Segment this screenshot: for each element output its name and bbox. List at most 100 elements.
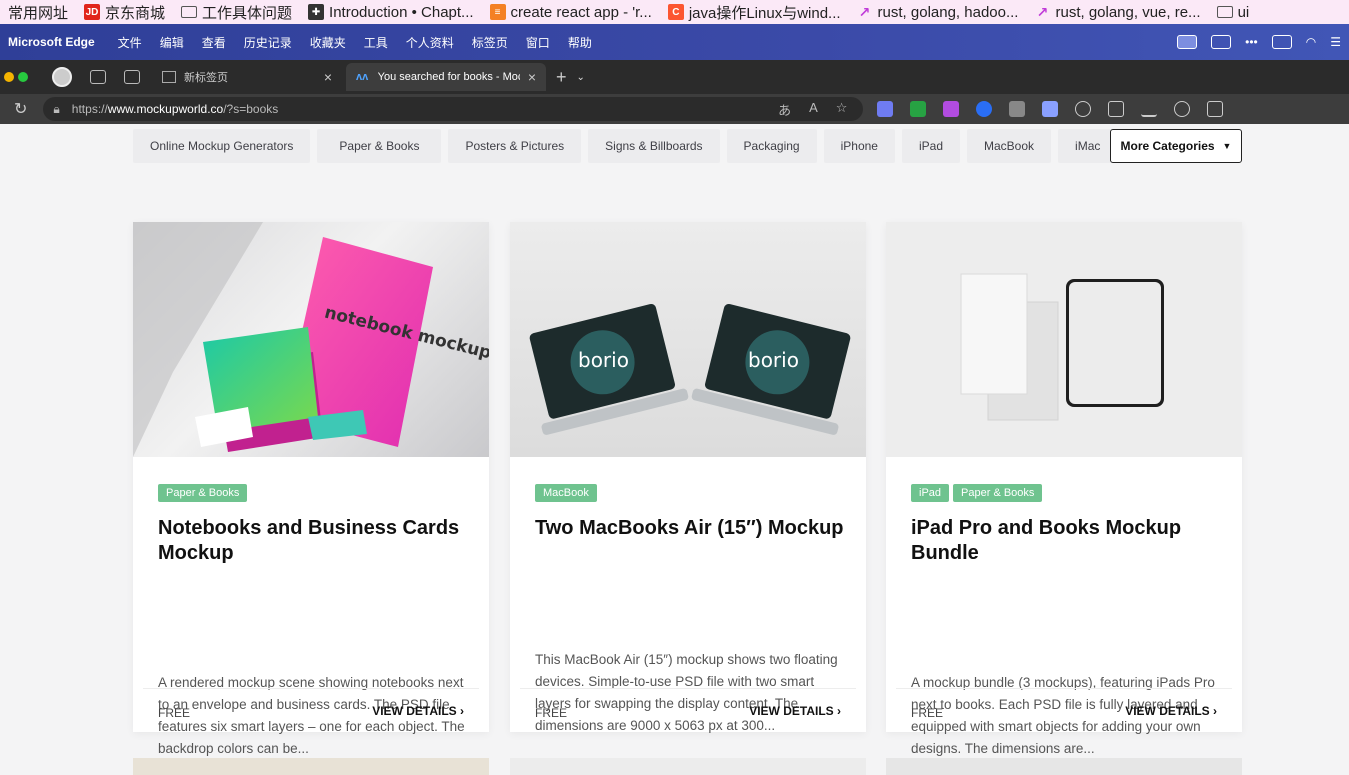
menu-edit[interactable]: 编辑 bbox=[151, 34, 193, 51]
view-details-link[interactable]: VIEW DETAILS › bbox=[372, 704, 464, 718]
folder-icon bbox=[1216, 6, 1233, 18]
category-chip[interactable]: iPad bbox=[901, 129, 960, 163]
category-chip[interactable]: Signs & Billboards bbox=[588, 129, 720, 163]
bookmark-folder[interactable]: 工作具体问题 bbox=[173, 0, 300, 24]
tag-macbook[interactable]: MacBook bbox=[535, 484, 597, 502]
next-card-peek bbox=[133, 758, 489, 775]
mockup-card[interactable]: iPad Paper & Books iPad Pro and Books Mo… bbox=[886, 222, 1242, 756]
card-title[interactable]: Two MacBooks Air (15″) Mockup bbox=[535, 516, 845, 541]
read-aloud-icon[interactable]: A bbox=[809, 100, 818, 119]
chevron-down-icon[interactable]: ⌄ bbox=[577, 72, 585, 83]
control-center-icon[interactable]: ☰ bbox=[1330, 35, 1341, 49]
category-chip[interactable]: MacBook bbox=[967, 129, 1052, 163]
copilot-icon[interactable] bbox=[1207, 101, 1224, 117]
tab-new-tab[interactable]: 新标签页 × bbox=[152, 63, 342, 91]
tab-search-results[interactable]: ʌʌ You searched for books - Mock × bbox=[346, 63, 546, 91]
close-icon[interactable]: × bbox=[528, 69, 536, 85]
download-icon[interactable] bbox=[1141, 101, 1158, 117]
tab-strip: 新标签页 × ʌʌ You searched for books - Mock … bbox=[0, 60, 1349, 94]
bookmark-item[interactable]: ≡ create react app - 'r... bbox=[482, 0, 660, 24]
extension-icon[interactable] bbox=[976, 101, 993, 117]
card-image[interactable]: borio borio bbox=[510, 222, 866, 457]
card-title[interactable]: Notebooks and Business Cards Mockup bbox=[158, 516, 468, 566]
card-image[interactable]: notebook mockup bbox=[133, 222, 489, 457]
view-details-link[interactable]: VIEW DETAILS › bbox=[1125, 704, 1217, 718]
bookmark-folder[interactable]: ui bbox=[1209, 0, 1258, 24]
stackoverflow-icon: ≡ bbox=[489, 4, 506, 20]
display-icon[interactable] bbox=[1211, 35, 1232, 49]
tag-paper-books[interactable]: Paper & Books bbox=[953, 484, 1043, 502]
menu-history[interactable]: 历史记录 bbox=[235, 34, 301, 51]
card-image[interactable] bbox=[886, 222, 1242, 457]
health-icon[interactable] bbox=[1174, 101, 1191, 117]
menu-tools[interactable]: 工具 bbox=[355, 34, 397, 51]
menu-file[interactable]: 文件 bbox=[109, 34, 151, 51]
maximize-icon[interactable] bbox=[18, 72, 28, 82]
menu-view[interactable]: 查看 bbox=[193, 34, 235, 51]
category-chip[interactable]: Paper & Books bbox=[317, 129, 442, 163]
bookmark-label: 工作具体问题 bbox=[202, 4, 293, 22]
notebook-mockup-image: notebook mockup bbox=[133, 222, 489, 457]
bookmark-label: java操作Linux与wind... bbox=[688, 4, 841, 22]
category-chip[interactable]: iMac bbox=[1058, 129, 1118, 163]
bookmark-label: rust, golang, hadoo... bbox=[877, 3, 1019, 21]
menu-favorites[interactable]: 收藏夹 bbox=[301, 34, 355, 51]
screen-share-icon[interactable] bbox=[1177, 35, 1198, 49]
bookmark-item[interactable]: Cjava操作Linux与wind... bbox=[660, 0, 849, 24]
battery-icon[interactable] bbox=[1271, 35, 1292, 49]
sync-icon[interactable] bbox=[1075, 101, 1092, 117]
more-categories-button[interactable]: More Categories ▼ bbox=[1110, 129, 1242, 163]
close-icon[interactable]: × bbox=[324, 69, 332, 85]
mockupworld-icon: ʌʌ bbox=[356, 71, 369, 83]
tag-list: iPad Paper & Books bbox=[911, 484, 1043, 502]
url-field[interactable]: 🔒︎ https://www.mockupworld.co/?s=books あ… bbox=[43, 97, 864, 121]
minimize-icon[interactable] bbox=[4, 72, 14, 82]
reload-icon[interactable]: ↻ bbox=[14, 99, 27, 119]
card-title[interactable]: iPad Pro and Books Mockup Bundle bbox=[911, 516, 1221, 566]
category-chip[interactable]: Online Mockup Generators bbox=[133, 129, 311, 163]
translate-icon[interactable]: あ bbox=[778, 100, 791, 119]
extension-icon[interactable] bbox=[910, 101, 927, 117]
favorite-star-icon[interactable]: ☆ bbox=[836, 100, 848, 119]
menu-tabs[interactable]: 标签页 bbox=[463, 34, 517, 51]
extension-icon[interactable] bbox=[1042, 101, 1059, 117]
mockup-card[interactable]: borio borio MacBook Two MacBooks Air (15… bbox=[510, 222, 866, 733]
mockup-card[interactable]: notebook mockup Paper & Books Notebooks … bbox=[133, 222, 489, 756]
workspaces-icon[interactable] bbox=[90, 70, 106, 84]
price-label: FREE bbox=[911, 706, 944, 720]
category-bar: Online Mockup Generators Paper & Books P… bbox=[133, 129, 1118, 163]
menu-profile[interactable]: 个人资料 bbox=[397, 34, 463, 51]
chevron-right-icon: › bbox=[460, 704, 464, 718]
page-content: Online Mockup Generators Paper & Books P… bbox=[0, 124, 1349, 775]
menu-help[interactable]: 帮助 bbox=[559, 34, 601, 51]
price-label: FREE bbox=[158, 706, 191, 720]
new-tab-icon[interactable]: + bbox=[556, 67, 567, 88]
menu-window[interactable]: 窗口 bbox=[517, 34, 559, 51]
svg-text:borio: borio bbox=[578, 348, 629, 372]
bookmark-label: Introduction • Chapt... bbox=[329, 3, 474, 21]
bookmark-item[interactable]: ↗ rust, golang, hadoo... bbox=[849, 0, 1027, 24]
avatar[interactable] bbox=[52, 67, 72, 87]
extension-icon[interactable] bbox=[877, 101, 894, 117]
tab-actions-icon[interactable] bbox=[124, 70, 140, 84]
bookmark-item[interactable]: ✚ Introduction • Chapt... bbox=[300, 0, 482, 24]
status-icons: ••• ◠ ☰ bbox=[1177, 35, 1349, 49]
category-chip[interactable]: iPhone bbox=[823, 129, 895, 163]
app-name-menu[interactable]: Microsoft Edge bbox=[0, 35, 109, 49]
wifi-icon[interactable]: ◠ bbox=[1306, 35, 1316, 49]
view-details-link[interactable]: VIEW DETAILS › bbox=[749, 704, 841, 718]
extension-icon[interactable] bbox=[1009, 101, 1026, 117]
category-chip[interactable]: Packaging bbox=[726, 129, 817, 163]
tag-paper-books[interactable]: Paper & Books bbox=[158, 484, 248, 502]
svg-text:borio: borio bbox=[748, 348, 799, 372]
bookmark-item[interactable]: JD 京东商城 bbox=[76, 0, 173, 24]
extension-icon[interactable] bbox=[943, 101, 960, 117]
bookmark-item[interactable]: ↗ rust, golang, vue, re... bbox=[1026, 0, 1208, 24]
bookmark-label: ui bbox=[1237, 3, 1250, 21]
category-chip[interactable]: Posters & Pictures bbox=[448, 129, 582, 163]
more-icon[interactable]: ••• bbox=[1245, 35, 1258, 49]
split-screen-icon[interactable] bbox=[1108, 101, 1125, 117]
lock-icon[interactable]: 🔒︎ bbox=[53, 102, 59, 117]
tag-ipad[interactable]: iPad bbox=[911, 484, 950, 502]
bookmark-item[interactable]: 常用网址 bbox=[0, 0, 76, 24]
